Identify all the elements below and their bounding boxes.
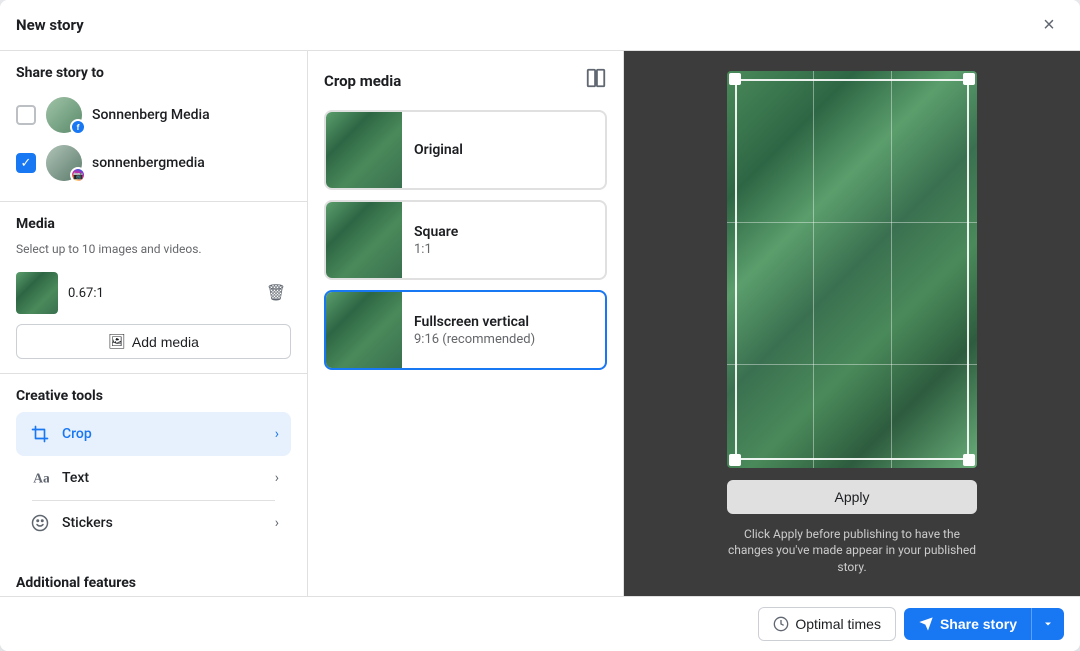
add-media-icon: 🖼 [108, 333, 126, 350]
grid-h1 [727, 222, 977, 223]
right-panel: Apply Click Apply before publishing to h… [624, 51, 1080, 596]
media-section: Media Select up to 10 images and videos.… [0, 202, 307, 374]
corner-br [963, 454, 975, 466]
share-to-title: Share story to [16, 65, 291, 81]
share-story-main-button[interactable]: Share story [904, 608, 1032, 640]
creative-tools-section: Creative tools Crop › Aa [0, 374, 307, 545]
new-story-modal: New story × Share story to f Sonnenberg … [0, 0, 1080, 651]
crop-tool-label: Crop [62, 426, 265, 442]
apply-hint-text: Click Apply before publishing to have th… [727, 526, 977, 576]
corner-tl [729, 73, 741, 85]
grid-v2 [891, 71, 892, 468]
optimal-times-label: Optimal times [795, 616, 881, 632]
share-icon [918, 616, 934, 632]
crop-media-title: Crop media [324, 72, 401, 90]
grid-v1 [813, 71, 814, 468]
facebook-platform-badge: f [70, 119, 86, 135]
crop-info-square: Square 1:1 [414, 224, 605, 257]
stickers-tool[interactable]: Stickers › [16, 501, 291, 545]
crop-ratio-fullscreen: 9:16 (recommended) [414, 332, 605, 347]
share-story-dropdown-button[interactable] [1032, 610, 1064, 638]
crop-option-original[interactable]: Original [324, 110, 607, 190]
account-item-facebook: f Sonnenberg Media [16, 91, 291, 139]
share-to-section: Share story to f Sonnenberg Media ✓ [0, 51, 307, 202]
crop-thumb-original [326, 112, 402, 188]
optimal-times-button[interactable]: Optimal times [758, 607, 896, 641]
media-thumbnail [16, 272, 58, 314]
close-button[interactable]: × [1034, 10, 1064, 40]
instagram-account-name: sonnenbergmedia [92, 155, 205, 171]
facebook-checkbox[interactable] [16, 105, 36, 125]
chevron-down-icon [1042, 618, 1054, 630]
text-chevron-icon: › [275, 470, 279, 486]
stickers-icon [28, 511, 52, 535]
clock-icon [773, 616, 789, 632]
media-subtitle: Select up to 10 images and videos. [16, 242, 291, 256]
crop-thumb-fullscreen [326, 292, 402, 368]
crop-option-fullscreen[interactable]: Fullscreen vertical 9:16 (recommended) [324, 290, 607, 370]
crop-grid-overlay [727, 71, 977, 468]
media-item: 0.67:1 🗑 [16, 266, 291, 320]
crop-name-square: Square [414, 224, 605, 240]
crop-chevron-icon: › [275, 426, 279, 442]
text-tool[interactable]: Aa Text › [16, 456, 291, 500]
instagram-avatar: 📷 [46, 145, 82, 181]
crop-info-fullscreen: Fullscreen vertical 9:16 (recommended) [414, 314, 605, 347]
crop-thumb-square [326, 202, 402, 278]
left-panel: Share story to f Sonnenberg Media ✓ [0, 51, 308, 596]
share-story-label: Share story [940, 616, 1017, 632]
crop-tool[interactable]: Crop › [16, 412, 291, 456]
middle-panel: Crop media Original [308, 51, 624, 596]
delete-media-button[interactable]: 🗑 [261, 278, 291, 308]
modal-body: Share story to f Sonnenberg Media ✓ [0, 51, 1080, 596]
instagram-checkbox[interactable]: ✓ [16, 153, 36, 173]
crop-name-original: Original [414, 142, 605, 158]
instagram-platform-badge: 📷 [70, 167, 86, 183]
additional-features-section: Additional features [0, 561, 307, 596]
crop-icon [28, 422, 52, 446]
creative-tools-title: Creative tools [16, 388, 291, 404]
additional-features-title: Additional features [16, 575, 291, 591]
text-tool-label: Text [62, 470, 265, 486]
add-media-label: Add media [132, 334, 199, 350]
facebook-avatar: f [46, 97, 82, 133]
checkbox-check-icon: ✓ [21, 156, 32, 171]
corner-bl [729, 454, 741, 466]
grid-h2 [727, 364, 977, 365]
corner-tr [963, 73, 975, 85]
split-view-button[interactable] [585, 67, 607, 94]
crop-option-square[interactable]: Square 1:1 [324, 200, 607, 280]
crop-border [735, 79, 969, 460]
stickers-tool-label: Stickers [62, 515, 265, 531]
add-media-button[interactable]: 🖼 Add media [16, 324, 291, 359]
svg-text:Aa: Aa [33, 471, 49, 486]
stickers-chevron-icon: › [275, 515, 279, 531]
text-icon: Aa [28, 466, 52, 490]
crop-ratio-square: 1:1 [414, 242, 605, 257]
modal-header: New story × [0, 0, 1080, 51]
media-ratio: 0.67:1 [68, 286, 251, 301]
facebook-account-name: Sonnenberg Media [92, 107, 210, 123]
crop-info-original: Original [414, 142, 605, 158]
crop-name-fullscreen: Fullscreen vertical [414, 314, 605, 330]
account-item-instagram: ✓ 📷 sonnenbergmedia [16, 139, 291, 187]
modal-title: New story [16, 16, 84, 34]
media-title: Media [16, 216, 291, 232]
crop-media-header: Crop media [324, 67, 607, 94]
preview-container [727, 71, 977, 468]
modal-footer: Optimal times Share story [0, 596, 1080, 651]
apply-button[interactable]: Apply [727, 480, 977, 514]
share-story-button-group: Share story [904, 608, 1064, 640]
